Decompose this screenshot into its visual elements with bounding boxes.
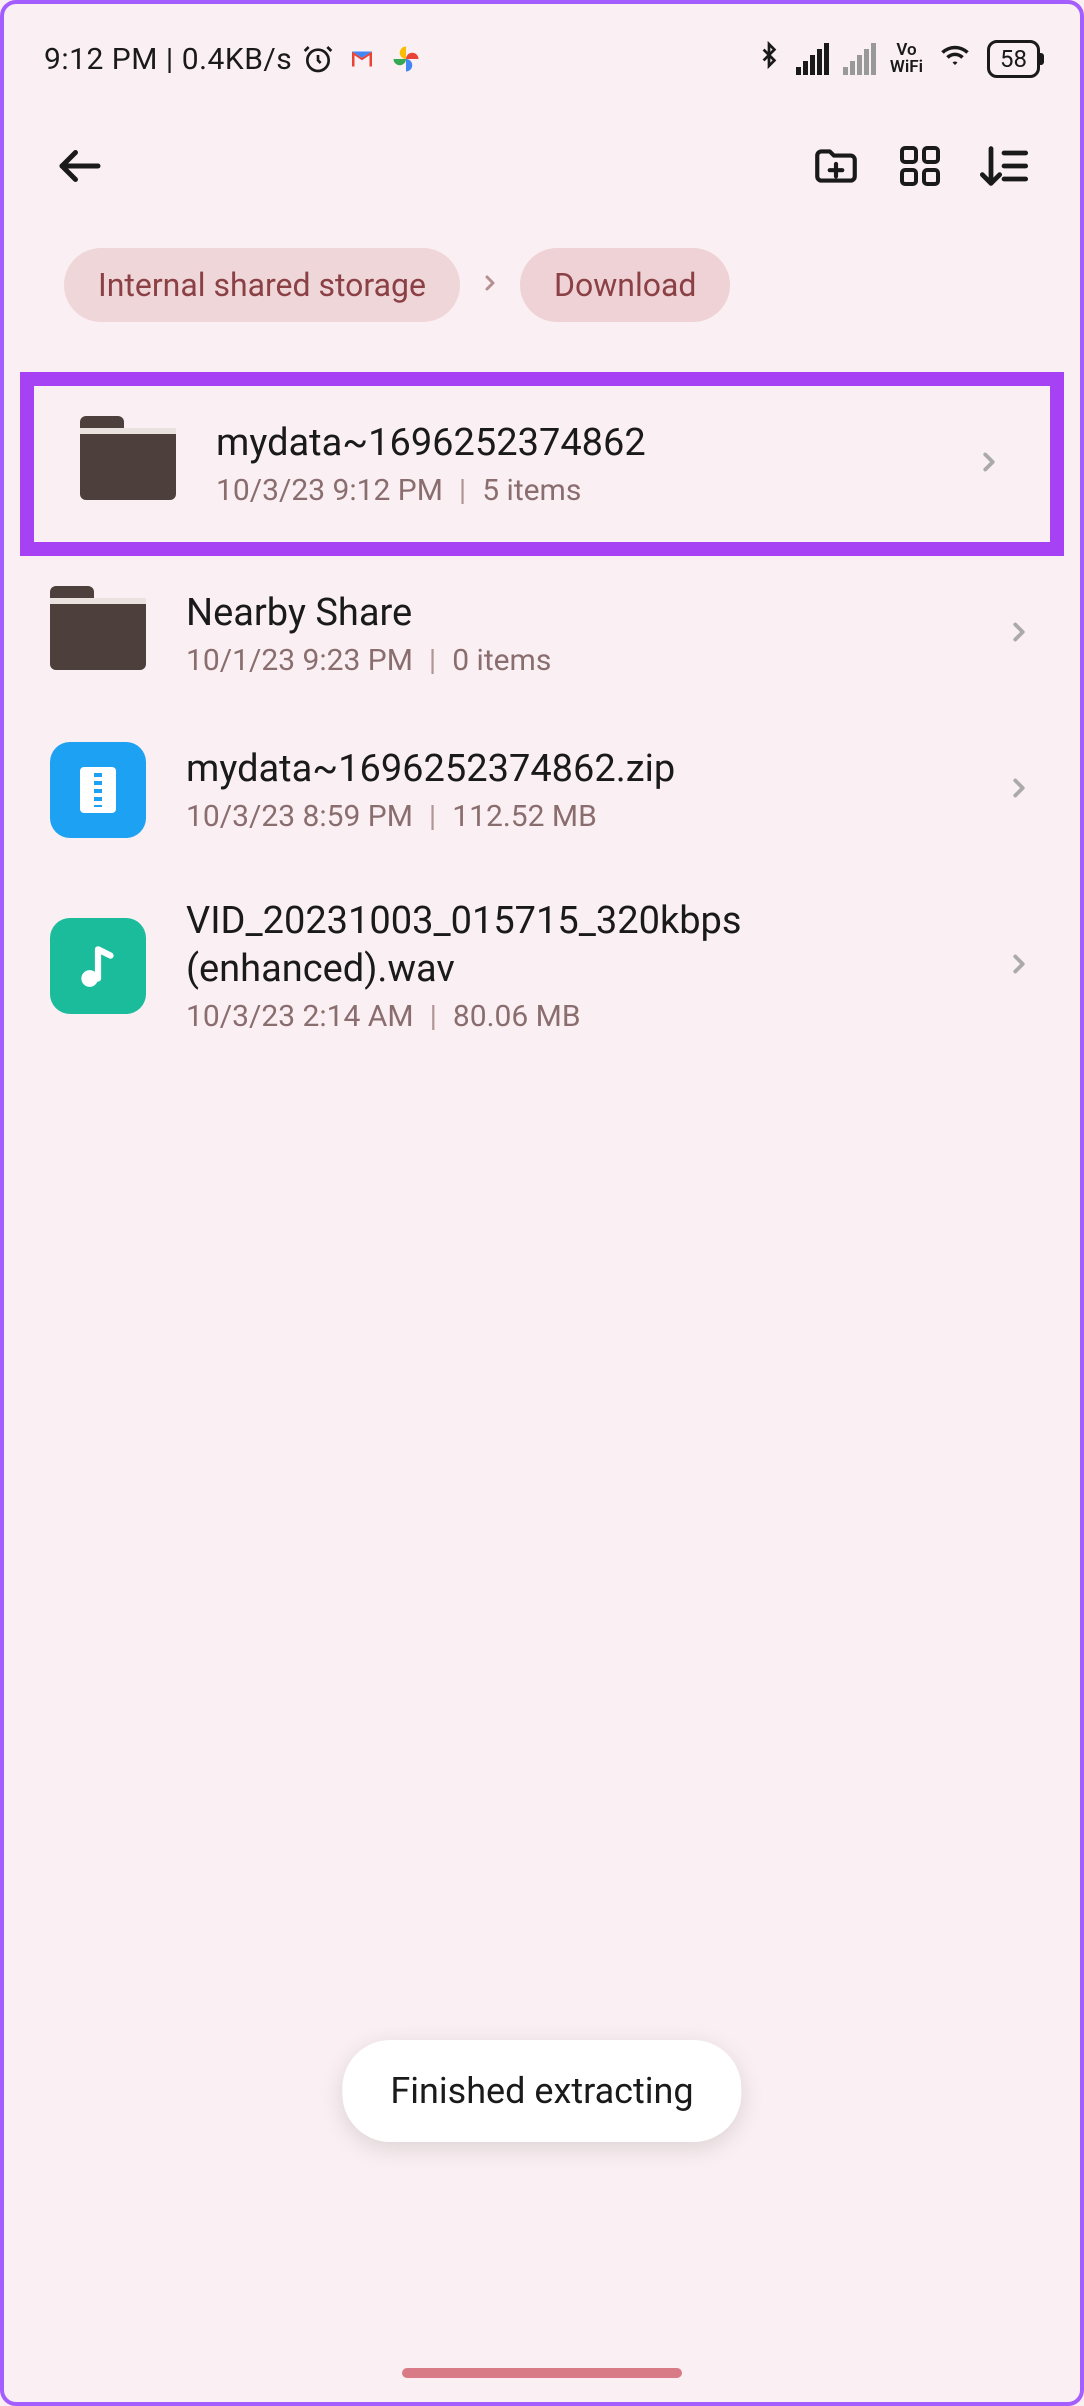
file-row-mydata-folder[interactable]: mydata~1696252374862 10/3/23 9:12 PM | 5… bbox=[20, 372, 1064, 556]
chevron-right-icon bbox=[1004, 773, 1034, 807]
breadcrumb: Internal shared storage Download bbox=[4, 218, 1080, 352]
gmail-icon bbox=[344, 41, 380, 77]
zip-icon bbox=[50, 742, 146, 838]
wifi-icon bbox=[937, 40, 973, 78]
file-subtitle: 10/3/23 9:12 PM | 5 items bbox=[216, 473, 934, 508]
file-row-audio-wav[interactable]: VID_20231003_015715_320kbps (enhanced).w… bbox=[4, 868, 1080, 1064]
audio-icon bbox=[50, 918, 146, 1014]
status-bar: 9:12 PM | 0.4KB/s Vo WiFi 58 bbox=[4, 4, 1080, 94]
status-right: Vo WiFi 58 bbox=[756, 38, 1040, 80]
signal-2-icon bbox=[843, 43, 876, 75]
file-name: mydata~1696252374862.zip bbox=[186, 746, 964, 794]
file-list: mydata~1696252374862 10/3/23 9:12 PM | 5… bbox=[4, 352, 1080, 1084]
file-name: Nearby Share bbox=[186, 590, 964, 638]
back-button[interactable] bbox=[48, 134, 112, 198]
battery-percent: 58 bbox=[1000, 45, 1027, 73]
status-left: 9:12 PM | 0.4KB/s bbox=[44, 41, 424, 77]
status-sep: | bbox=[166, 42, 174, 77]
new-folder-button[interactable] bbox=[804, 134, 868, 198]
folder-icon bbox=[50, 586, 146, 682]
breadcrumb-root[interactable]: Internal shared storage bbox=[64, 248, 460, 322]
chevron-right-icon bbox=[478, 271, 502, 299]
vowifi-icon: Vo WiFi bbox=[890, 42, 923, 76]
status-time: 9:12 PM bbox=[44, 42, 158, 77]
chevron-right-icon bbox=[974, 447, 1004, 481]
grid-view-button[interactable] bbox=[888, 134, 952, 198]
photos-icon bbox=[388, 41, 424, 77]
file-subtitle: 10/3/23 2:14 AM | 80.06 MB bbox=[186, 999, 964, 1034]
file-name: mydata~1696252374862 bbox=[216, 420, 934, 468]
file-row-nearby-share[interactable]: Nearby Share 10/1/23 9:23 PM | 0 items bbox=[4, 556, 1080, 712]
alarm-icon bbox=[300, 41, 336, 77]
file-subtitle: 10/1/23 9:23 PM | 0 items bbox=[186, 643, 964, 678]
battery-icon: 58 bbox=[987, 40, 1040, 78]
chevron-right-icon bbox=[1004, 617, 1034, 651]
breadcrumb-current[interactable]: Download bbox=[520, 248, 730, 322]
toolbar bbox=[4, 94, 1080, 218]
sort-button[interactable] bbox=[972, 134, 1036, 198]
signal-1-icon bbox=[796, 43, 829, 75]
toast-message: Finished extracting bbox=[342, 2040, 741, 2142]
folder-icon bbox=[80, 416, 176, 512]
bluetooth-icon bbox=[756, 38, 782, 80]
file-name: VID_20231003_015715_320kbps (enhanced).w… bbox=[186, 898, 964, 993]
file-row-mydata-zip[interactable]: mydata~1696252374862.zip 10/3/23 8:59 PM… bbox=[4, 712, 1080, 868]
file-subtitle: 10/3/23 8:59 PM | 112.52 MB bbox=[186, 799, 964, 834]
chevron-right-icon bbox=[1004, 949, 1034, 983]
home-indicator[interactable] bbox=[402, 2368, 682, 2378]
status-data-rate: 0.4KB/s bbox=[182, 42, 293, 77]
